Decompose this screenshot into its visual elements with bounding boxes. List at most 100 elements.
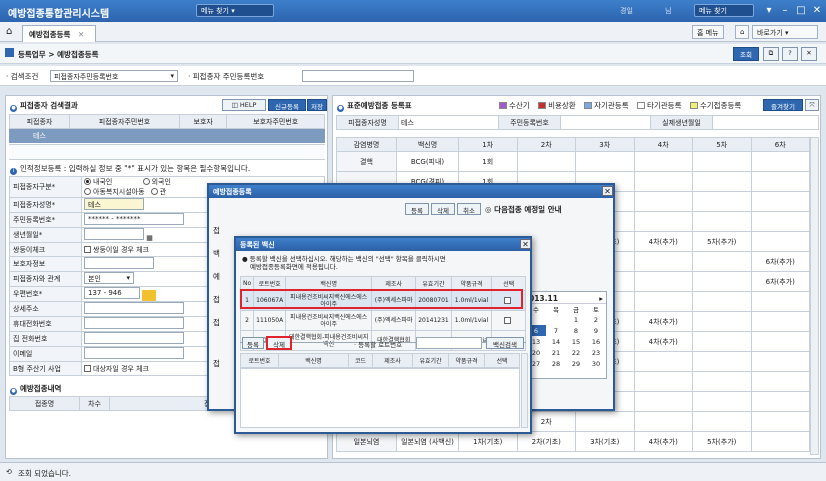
lot-number-input[interactable] [416,337,482,349]
table-row[interactable]: 테스 [9,128,325,143]
dropdown-icon[interactable]: ▾ [762,4,776,17]
shortcut-dropdown[interactable]: 바로가기 ▾ [752,25,818,39]
calendar-grid: 수 목 금 토 1 2 6 7 8 9 13 14 15 16 20 21 22 23 27 28 29 30 [526,304,606,369]
calendar-day[interactable] [546,314,566,325]
home-menu-button[interactable]: 홈 메뉴 [692,25,724,39]
table-cell [633,351,693,372]
table-cell [516,151,576,172]
help-icon[interactable]: ? [782,47,798,61]
table-cell: 2 [239,310,255,331]
radio-etc[interactable] [150,188,158,195]
status-bar: ⟲ 조회 되었습니다. [0,462,826,481]
home-icon[interactable]: ⌂ [6,26,12,37]
birthdate-field[interactable] [84,228,144,240]
chevron-down-icon: ▾ [170,72,174,80]
form-label: 보호자정보 [9,256,82,272]
calendar-day[interactable]: 30 [586,358,606,369]
scrollbar[interactable] [810,137,819,455]
vaccine-search-button[interactable]: 백신검색 [486,337,524,349]
patient-list-title: ● 피접종자 검색결과 [10,101,78,112]
maximize-icon[interactable]: □ [794,4,808,17]
breadcrumb-page: 예방접종등록 [57,50,99,59]
home-phone-field[interactable] [84,332,184,344]
vaccine-delete-button[interactable]: 삭제 [266,336,292,350]
hepb-checkbox[interactable] [84,364,91,372]
close-icon[interactable]: ✕ [810,4,824,17]
rrn-field[interactable]: ****** - ******* [84,213,184,225]
relation-select[interactable]: 본인 ▾ [84,272,134,284]
radio-child-label: 아동복지시설아동 [93,188,145,196]
radio-foreign[interactable] [142,178,150,185]
address-detail-field[interactable] [84,302,184,314]
patient-name-input[interactable]: 테스 [84,198,144,210]
table-row[interactable]: 결핵 BCG(피내) 1회 [336,151,810,172]
table-cell: 4차(추가) [633,331,693,352]
expand-icon[interactable]: ⤧ [805,99,819,111]
favorites-button[interactable]: 즐겨찾기 [763,99,803,111]
calendar-day[interactable]: 23 [586,347,606,358]
close-icon[interactable]: ✕ [520,239,531,249]
select-checkbox-box[interactable] [504,316,512,324]
bullet-icon: ● [337,105,344,112]
search-condition-select[interactable]: 피접종자주민등록번호 ▾ [50,70,178,82]
zipcode-field[interactable]: 137 - 946 [84,287,140,299]
dialog-cancel-button[interactable]: 취소 [457,203,481,215]
table-cell: 4차(추가) [633,431,693,452]
dialog-delete-button[interactable]: 삭제 [431,203,455,215]
calendar-day[interactable]: 28 [546,358,566,369]
table-cell [750,171,810,192]
radio-child-facility[interactable] [84,188,91,195]
radio-domestic[interactable] [84,178,91,185]
calendar-day[interactable]: 9 [586,325,606,336]
search-bar: · 검색조건 피접종자주민등록번호 ▾ · 피접종자 주민등록번호 [0,66,826,86]
dialog-register-button[interactable]: 등록 [405,203,429,215]
menu-find-dropdown[interactable]: 메뉴 찾기 ▾ [196,4,274,17]
new-register-button[interactable]: 신규등록 [268,99,306,111]
calendar-day[interactable]: 2 [586,314,606,325]
help-button[interactable]: ◫ HELP [222,99,266,111]
calendar-day[interactable]: 22 [566,347,586,358]
close-icon[interactable]: ✕ [602,186,613,196]
calendar: 013.11 ▸ 수 목 금 토 1 2 6 7 8 9 13 14 15 16 20 21 22 23 27… [525,291,607,379]
table-row[interactable]: 일본뇌염 일본뇌염 (사백신) 1차(기초) 2차(기초) 3차(기초) 4차(추가) 5차… [336,431,810,452]
calendar-day[interactable]: 16 [586,336,606,347]
calendar-day[interactable]: 7 [546,325,566,336]
table-cell [692,391,752,412]
select-checkbox[interactable] [491,310,526,331]
calendar-day[interactable]: 1 [566,314,586,325]
page-icon [5,48,14,57]
form-label: 피접종자구분* [9,176,82,198]
calendar-day[interactable]: 14 [546,336,566,347]
popup-icon[interactable]: ⧉ [763,47,779,61]
scrollbar[interactable] [521,353,528,428]
calendar-icon[interactable]: ▦ [146,234,153,242]
guardian-name-field[interactable] [84,257,154,269]
table-row[interactable]: 2 111050A 피내용건조비씨지백신에스에스아이주 (주)엑세스파마 2014123… [239,310,526,331]
dialog-title: 예방접종등록 [213,188,252,196]
next-month-icon[interactable]: ▸ [599,294,603,303]
menu-find-dropdown-right[interactable]: 메뉴 찾기 [694,4,754,17]
calendar-day[interactable]: 8 [566,325,586,336]
save-button[interactable]: 저장 [307,99,327,111]
home-shortcut-icon[interactable]: ⌂ [735,25,750,39]
tab-vaccination-register[interactable]: 예방접종등록 ✕ [22,25,96,42]
rrn-input[interactable] [302,70,414,82]
tab-close-icon[interactable]: ✕ [78,30,84,39]
search-icon[interactable] [142,290,157,301]
col-header: 약품규격 [448,353,485,368]
col-header: 코드 [348,353,373,368]
user-name: 경일 [620,7,633,15]
close-page-icon[interactable]: ✕ [801,47,817,61]
minimize-icon[interactable]: – [778,4,792,17]
search-button[interactable]: 조회 [733,47,759,61]
twin-checkbox[interactable] [84,245,91,253]
info-label: 실제생년월일 [650,115,713,130]
table-cell [633,251,693,272]
mobile-field[interactable] [84,317,184,329]
calendar-day[interactable]: 29 [566,358,586,369]
table-cell [68,128,181,143]
calendar-day[interactable]: 15 [566,336,586,347]
calendar-day[interactable]: 21 [546,347,566,358]
email-field[interactable] [84,347,184,359]
vaccine-register-button[interactable]: 등록 [242,337,264,349]
